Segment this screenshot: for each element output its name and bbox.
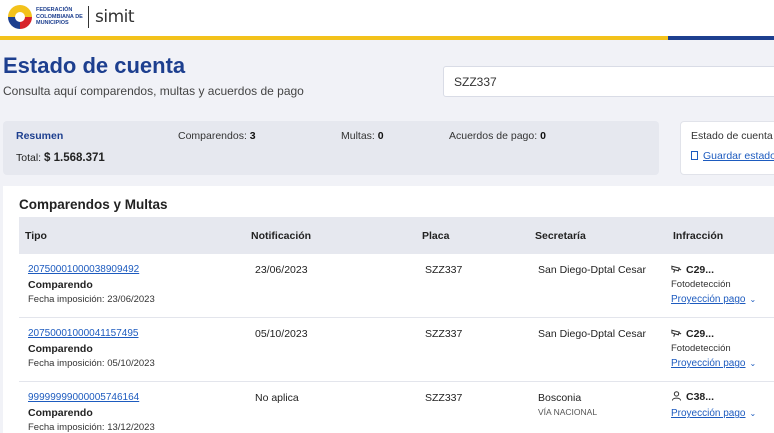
comparendos-value: 3	[249, 130, 256, 142]
summary-heading: Resumen	[16, 130, 64, 142]
projection-label: Proyección pago	[671, 408, 746, 419]
logo-org-text: FEDERACIÓN COLOMBIANA DE MUNICIPIOS	[36, 7, 83, 27]
table-row: 99999999000005746164 Comparendo Fecha im…	[19, 382, 774, 433]
row-detection: Fotodetección	[671, 279, 731, 290]
acuerdos-label: Acuerdos de pago:	[449, 130, 538, 142]
table-row: 20750001000041157495 Comparendo Fecha im…	[19, 318, 774, 382]
summary-total: Total: $ 1.568.371	[16, 152, 105, 164]
comparendo-number-link[interactable]: 99999999000005746164	[28, 392, 139, 403]
row-type: Comparendo	[28, 279, 93, 291]
brand-stripe-yellow	[0, 36, 668, 40]
row-infraction: C38...	[671, 391, 714, 403]
comparendos-label: Comparendos:	[178, 130, 247, 142]
save-status-label: Guardar estado	[703, 150, 774, 162]
column-header-secretaria: Secretaría	[535, 230, 586, 242]
projection-link[interactable]: Proyección pago ⌄	[671, 293, 756, 305]
acuerdos-value: 0	[540, 130, 546, 142]
total-label: Total:	[16, 152, 42, 164]
comparendo-number-link[interactable]: 20750001000038909492	[28, 264, 139, 275]
row-plate: SZZ337	[425, 328, 463, 340]
status-card-title: Estado de cuenta	[691, 130, 773, 142]
row-date: Fecha imposición: 05/10/2023	[28, 358, 155, 369]
camera-icon	[671, 265, 682, 273]
column-header-placa: Placa	[422, 230, 450, 242]
multas-label: Multas:	[341, 130, 375, 142]
row-notification: 23/06/2023	[255, 264, 308, 276]
document-icon	[691, 151, 698, 160]
table-title: Comparendos y Multas	[19, 197, 168, 212]
logo[interactable]: FEDERACIÓN COLOMBIANA DE MUNICIPIOS simi…	[8, 3, 135, 31]
infraction-code: C29...	[686, 328, 715, 340]
chevron-down-icon: ⌄	[749, 409, 757, 418]
column-header-tipo: Tipo	[25, 230, 47, 242]
acuerdos-count: Acuerdos de pago: 0	[449, 130, 546, 142]
infraction-code: C29...	[686, 264, 715, 276]
comparendos-panel: Comparendos y Multas Tipo Notificación P…	[3, 186, 774, 433]
row-notification: 05/10/2023	[255, 328, 308, 340]
table-row: 20750001000038909492 Comparendo Fecha im…	[19, 254, 774, 318]
row-type: Comparendo	[28, 407, 93, 419]
row-notification: No aplica	[255, 392, 299, 404]
projection-label: Proyección pago	[671, 358, 746, 369]
simit-brand: simit	[95, 7, 135, 27]
multas-value: 0	[377, 130, 384, 142]
row-date: Fecha imposición: 13/12/2023	[28, 422, 155, 433]
comparendos-count: Comparendos: 3	[178, 130, 256, 142]
camera-icon	[671, 329, 682, 337]
comparendo-number-link[interactable]: 20750001000041157495	[28, 328, 139, 339]
projection-link[interactable]: Proyección pago ⌄	[671, 407, 756, 419]
projection-label: Proyección pago	[671, 294, 746, 305]
person-icon	[671, 391, 682, 401]
row-plate: SZZ337	[425, 392, 463, 404]
row-secretaria: Bosconia	[538, 392, 582, 404]
column-header-infraccion: Infracción	[673, 230, 724, 242]
chevron-down-icon: ⌄	[749, 359, 757, 368]
row-plate: SZZ337	[425, 264, 463, 276]
row-secretaria: San Diego-Dptal Cesar	[538, 328, 646, 340]
page-subtitle: Consulta aquí comparendos, multas y acue…	[3, 84, 304, 98]
fcm-logo-icon	[8, 5, 32, 29]
infraction-code: C38...	[686, 391, 715, 403]
page-title: Estado de cuenta	[3, 53, 186, 78]
column-header-notificacion: Notificación	[251, 230, 312, 242]
chevron-down-icon: ⌄	[749, 295, 757, 304]
row-detection: Fotodetección	[671, 343, 731, 354]
table-header: Tipo Notificación Placa Secretaría Infra…	[19, 217, 774, 254]
logo-divider	[88, 6, 89, 28]
row-secretaria-sub: VÍA NACIONAL	[538, 407, 598, 417]
projection-link[interactable]: Proyección pago ⌄	[671, 357, 756, 369]
row-infraction: C29...	[671, 328, 714, 340]
row-type: Comparendo	[28, 343, 93, 355]
row-secretaria: San Diego-Dptal Cesar	[538, 264, 646, 276]
account-status-card: Estado de cuenta Guardar estado	[680, 121, 774, 175]
summary-card: Resumen Total: $ 1.568.371 Comparendos: …	[3, 121, 659, 175]
brand-stripe-blue	[668, 36, 774, 40]
row-date: Fecha imposición: 23/06/2023	[28, 294, 155, 305]
top-bar: FEDERACIÓN COLOMBIANA DE MUNICIPIOS simi…	[0, 0, 774, 36]
row-infraction: C29...	[671, 264, 714, 276]
total-value: $ 1.568.371	[44, 152, 105, 164]
search-input[interactable]	[443, 66, 774, 97]
multas-count: Multas: 0	[341, 130, 384, 142]
save-status-link[interactable]: Guardar estado	[691, 150, 774, 162]
